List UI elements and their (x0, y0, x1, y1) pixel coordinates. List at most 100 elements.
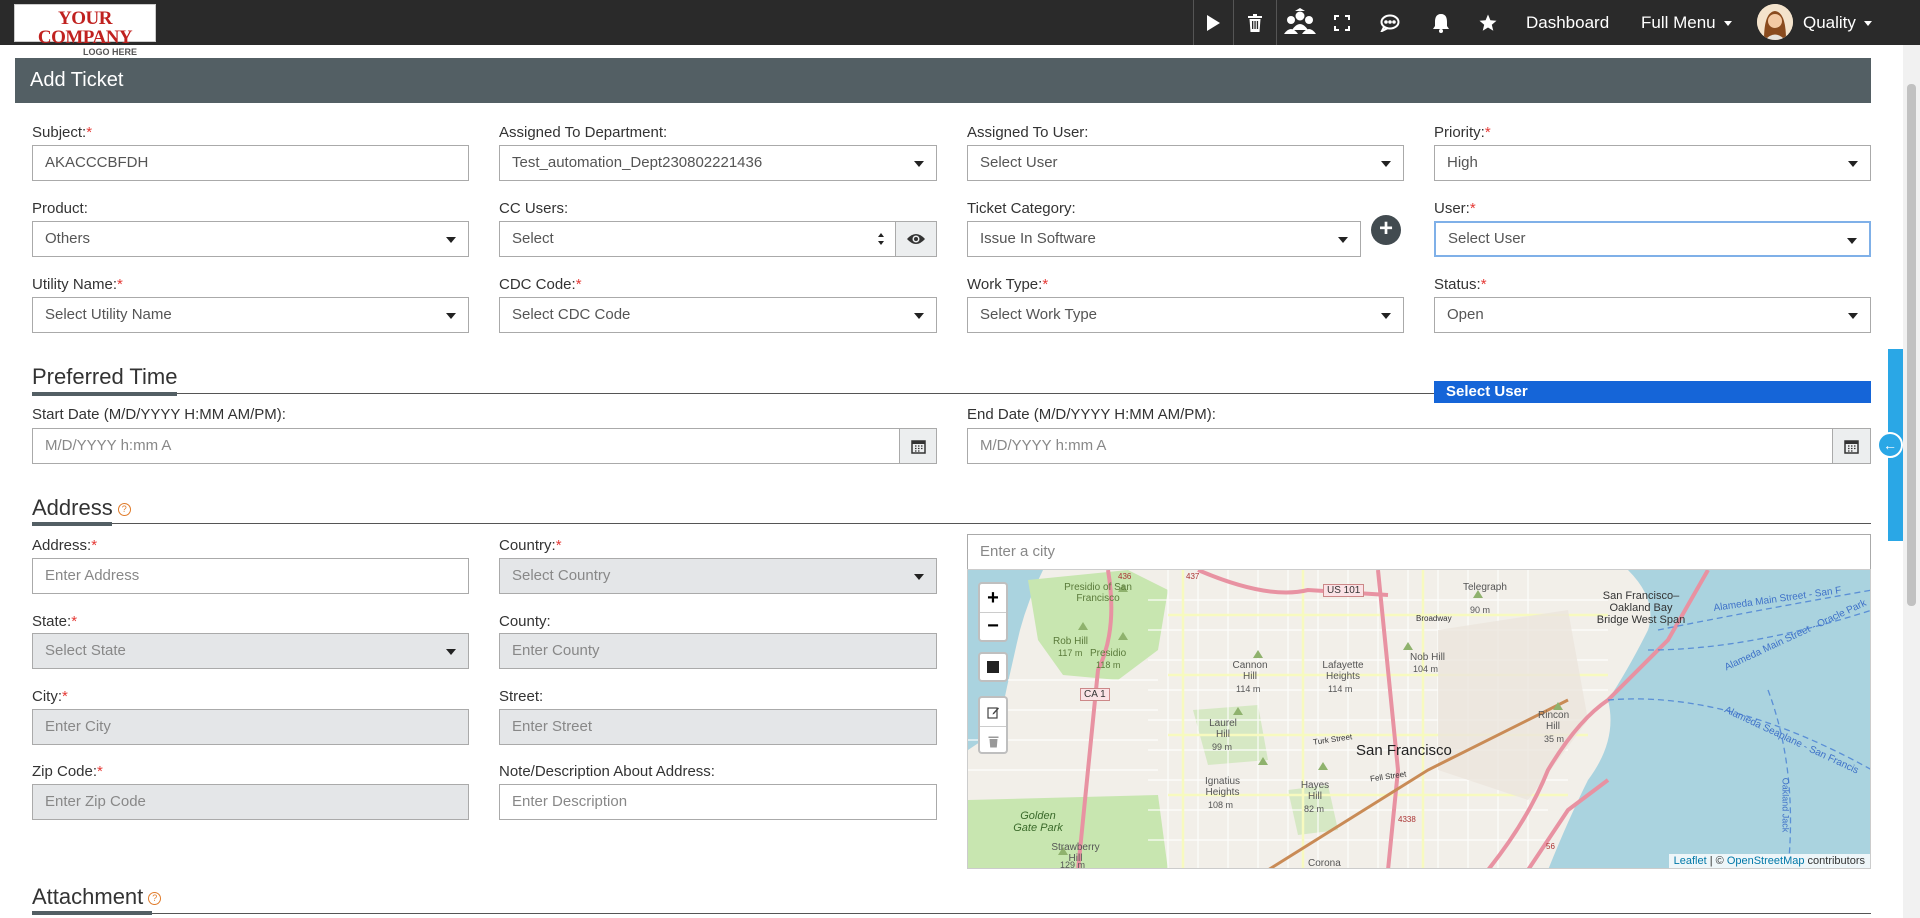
county-input[interactable]: Enter County (499, 633, 937, 669)
chevron-down-icon (1848, 161, 1858, 167)
chevron-down-icon (446, 313, 456, 319)
help-icon[interactable]: ? (148, 891, 162, 905)
status-label: Status:* (1434, 276, 1487, 293)
end-date-input[interactable]: M/D/YYYY h:mm A (967, 428, 1833, 464)
cc-users-select[interactable]: Select (499, 221, 896, 257)
chat-icon[interactable] (1375, 0, 1405, 45)
product-select[interactable]: Others (32, 221, 469, 257)
cdc-code-label: CDC Code:* (499, 276, 582, 293)
state-label: State:* (32, 613, 78, 630)
osm-link[interactable]: OpenStreetMap (1727, 855, 1805, 867)
user-label: User:* (1434, 200, 1476, 217)
map-label-telegraph: Telegraph (1463, 582, 1507, 593)
dashboard-link[interactable]: Dashboard (1526, 0, 1609, 45)
work-type-select[interactable]: Select Work Type (967, 297, 1404, 333)
company-logo[interactable]: YOUR COMPANY LOGO HERE (14, 4, 156, 57)
top-navbar: YOUR COMPANY LOGO HERE Dashboard Full Me… (0, 0, 1920, 57)
full-menu-dropdown[interactable]: Full Menu (1641, 0, 1732, 45)
edit-icon (986, 706, 999, 719)
map-label-broadway: Broadway (1416, 614, 1452, 623)
zip-label: Zip Code:* (32, 763, 103, 780)
delete-layers-button[interactable] (980, 727, 1006, 755)
chevron-down-icon (1847, 238, 1857, 244)
map-label-presidio-alt: 118 m (1096, 660, 1121, 670)
map-label-laurel-hill-alt: 99 m (1212, 742, 1233, 752)
map-attribution: Leaflet | © OpenStreetMap contributors (1668, 854, 1870, 868)
work-type-label: Work Type:* (967, 276, 1049, 293)
status-select[interactable]: Open (1434, 297, 1871, 333)
start-date-label: Start Date (M/D/YYYY H:MM AM/PM): (32, 406, 286, 423)
leaflet-link[interactable]: Leaflet (1674, 855, 1707, 867)
assigned-user-select[interactable]: Select User (967, 145, 1404, 181)
cdc-code-select[interactable]: Select CDC Code (499, 297, 937, 333)
zip-input[interactable]: Enter Zip Code (32, 784, 469, 820)
heading-accent (32, 392, 177, 396)
logo-line2: LOGO HERE (82, 47, 137, 57)
fullscreen-icon[interactable] (1327, 0, 1357, 45)
address-input[interactable]: Enter Address (32, 558, 469, 594)
note-input[interactable]: Enter Description (499, 784, 937, 820)
utility-name-label: Utility Name:* (32, 276, 123, 293)
product-label: Product: (32, 200, 88, 217)
map-label-presidio-sf: Presidio of San Francisco (1064, 582, 1132, 604)
draw-rectangle-button[interactable] (978, 652, 1008, 682)
ticket-category-select[interactable]: Issue In Software (967, 221, 1361, 257)
map-label-rincon: Rincon Hill (1538, 710, 1570, 732)
calendar-icon (1844, 439, 1859, 454)
map-label-cannon-hill: Cannon Hill (1232, 660, 1268, 682)
user-dropdown-option[interactable]: Select User (1434, 381, 1871, 403)
users-group-icon[interactable] (1282, 0, 1318, 45)
utility-name-select[interactable]: Select Utility Name (32, 297, 469, 333)
map-label-rob-hill: Rob Hill (1053, 636, 1089, 647)
map-label-nob-hill: Nob Hill (1410, 652, 1446, 663)
chevron-down-icon (914, 161, 924, 167)
map-zoom-control: + − (978, 582, 1008, 642)
subject-label: Subject:* (32, 124, 93, 141)
country-select[interactable]: Select Country (499, 558, 937, 594)
divider (1276, 0, 1277, 45)
start-date-calendar-button[interactable] (899, 428, 937, 464)
city-search-input[interactable]: Enter a city (967, 534, 1871, 570)
help-icon[interactable]: ? (117, 502, 131, 516)
address-label: Address:* (32, 537, 98, 554)
play-icon[interactable] (1198, 0, 1228, 45)
end-date-calendar-button[interactable] (1832, 428, 1871, 464)
user-menu-dropdown[interactable]: Quality (1803, 0, 1872, 45)
chevron-down-icon (914, 574, 924, 580)
scrollbar-thumb[interactable] (1907, 84, 1916, 606)
map-label-corona: Corona (1308, 858, 1341, 869)
arrow-left-circle-icon[interactable]: ← (1877, 432, 1903, 458)
map-label-ignatius-alt: 108 m (1208, 800, 1234, 810)
map-label-hayes-alt: 82 m (1304, 804, 1325, 814)
star-icon[interactable] (1473, 0, 1503, 45)
chevron-down-icon (1848, 313, 1858, 319)
street-input[interactable]: Enter Street (499, 709, 937, 745)
subject-input[interactable]: AKACCCBFDH (32, 145, 469, 181)
department-select[interactable]: Test_automation_Dept230802221436 (499, 145, 937, 181)
map-label-ca1: CA 1 (1080, 688, 1110, 701)
avatar[interactable] (1757, 4, 1793, 40)
map-label-bay-bridge: San Francisco–Oakland Bay Bridge West Sp… (1596, 590, 1686, 626)
heading-accent (32, 522, 112, 526)
bell-icon[interactable] (1426, 0, 1456, 45)
state-select[interactable]: Select State (32, 633, 469, 669)
calendar-icon (910, 439, 926, 454)
user-select[interactable]: Select User (1434, 221, 1871, 257)
map-label-r4338: 4338 (1398, 815, 1416, 824)
preferred-time-heading: Preferred Time (32, 364, 178, 389)
start-date-input[interactable]: M/D/YYYY h:mm A (32, 428, 900, 464)
trash-icon[interactable] (1240, 0, 1270, 45)
add-category-button[interactable]: + (1371, 215, 1401, 245)
zoom-out-button[interactable]: − (980, 613, 1006, 641)
county-label: County: (499, 613, 551, 630)
zoom-in-button[interactable]: + (980, 584, 1006, 613)
map-label-r56: 56 (1546, 842, 1555, 851)
priority-select[interactable]: High (1434, 145, 1871, 181)
view-cc-users-button[interactable] (895, 221, 937, 257)
divider (1193, 0, 1194, 45)
address-map[interactable]: Presidio of San Francisco Presidio 118 m… (967, 569, 1871, 869)
edit-layers-button[interactable] (980, 698, 1006, 727)
edit-control (978, 696, 1008, 754)
map-label-rincon-alt: 35 m (1544, 734, 1565, 744)
city-input[interactable]: Enter City (32, 709, 469, 745)
